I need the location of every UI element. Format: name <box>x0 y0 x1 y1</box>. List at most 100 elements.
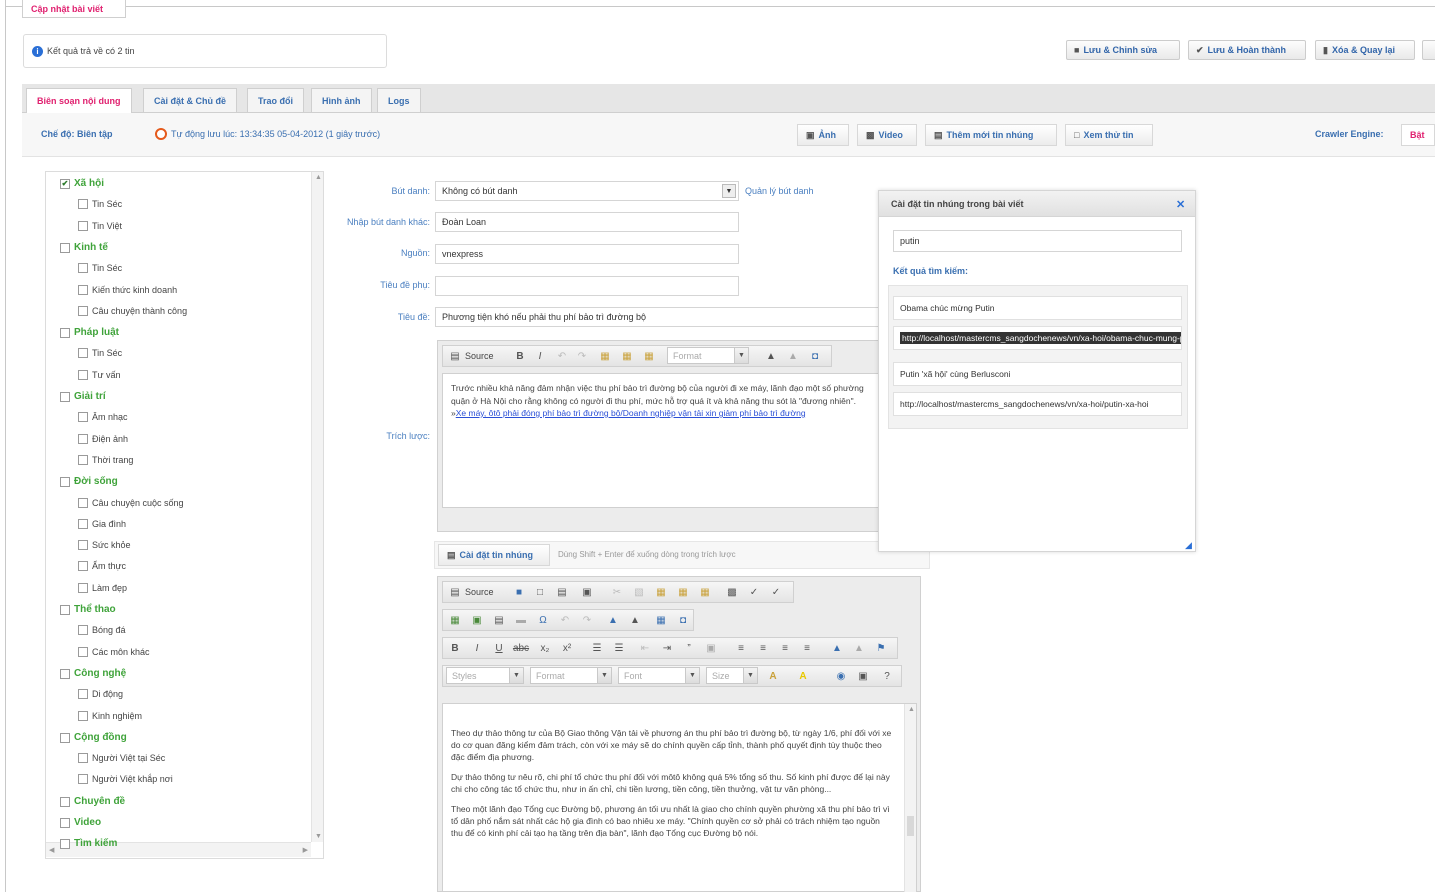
subcategory-item[interactable]: Tin Séc <box>78 199 122 209</box>
content-scroll-thumb[interactable] <box>907 816 914 836</box>
subcategory-item[interactable]: Thời trang <box>78 455 133 465</box>
subcategory-item[interactable]: Tin Séc <box>78 348 122 358</box>
category-checkbox[interactable] <box>78 498 88 508</box>
category-item[interactable]: Kinh tế <box>60 242 108 253</box>
title-input[interactable]: Phương tiện khó nếu phải thu phí bảo trì… <box>435 307 879 327</box>
category-item[interactable]: Video <box>60 817 101 828</box>
subtitle-input[interactable] <box>435 276 739 296</box>
table-icon[interactable]: ▦ <box>448 613 462 627</box>
align-right-icon[interactable]: ≡ <box>778 641 792 655</box>
category-item[interactable]: Tìm kiếm <box>60 838 117 849</box>
eraser-icon[interactable]: ◘ <box>808 349 822 363</box>
category-checkbox[interactable] <box>60 838 70 849</box>
category-checkbox[interactable] <box>78 306 88 316</box>
category-item[interactable]: Giải trí <box>60 391 106 402</box>
subcategory-item[interactable]: Sức khỏe <box>78 540 131 550</box>
subcategory-item[interactable]: Bóng đá <box>78 625 126 635</box>
result-title-1[interactable]: Obama chúc mừng Putin <box>893 296 1182 320</box>
size-select[interactable]: Size ▼ <box>706 667 758 684</box>
copy-icon[interactable]: ▧ <box>632 585 646 599</box>
templates-icon[interactable]: ▣ <box>580 585 594 599</box>
embed-settings-button[interactable]: ▤ Cài đặt tin nhúng <box>438 544 550 566</box>
save-done-button[interactable]: ✔ Lưu & Hoàn thành <box>1188 40 1306 60</box>
category-checkbox[interactable] <box>78 199 88 209</box>
delete-back-button[interactable]: ▮ Xóa & Quay lại <box>1315 40 1415 60</box>
category-checkbox[interactable] <box>78 689 88 699</box>
paste-word-icon[interactable]: ▦ <box>642 349 656 363</box>
category-item[interactable]: Đời sống <box>60 476 118 487</box>
category-item[interactable]: Cộng đồng <box>60 732 127 743</box>
redo2-icon[interactable]: ↷ <box>580 613 594 627</box>
category-checkbox[interactable] <box>78 774 88 784</box>
subcategory-item[interactable]: Kinh nghiệm <box>78 711 142 721</box>
category-checkbox[interactable] <box>78 625 88 635</box>
category-checkbox[interactable] <box>60 476 70 487</box>
close-icon[interactable]: ✕ <box>1176 198 1185 211</box>
summary-link[interactable]: Xe máy, ôtô phải đóng phí bảo trì đường … <box>456 408 806 418</box>
flash-icon[interactable]: ▤ <box>492 613 506 627</box>
spellcheck-icon[interactable]: ✓ <box>747 585 761 599</box>
category-checkbox[interactable] <box>60 817 70 828</box>
category-checkbox[interactable]: ✔ <box>60 178 70 189</box>
tab-logs[interactable]: Logs <box>377 88 421 112</box>
subcategory-item[interactable]: Các môn khác <box>78 647 150 657</box>
find-icon[interactable]: ▲ <box>764 349 778 363</box>
bold2-icon[interactable]: B <box>448 641 462 655</box>
indent-icon[interactable]: ⇥ <box>660 641 674 655</box>
link-icon[interactable]: ▲ <box>830 641 844 655</box>
subcategory-item[interactable]: Câu chuyện thành công <box>78 306 187 316</box>
extra-button[interactable] <box>1422 40 1435 60</box>
justify-icon[interactable]: ≡ <box>800 641 814 655</box>
italic-icon[interactable]: I <box>533 349 547 363</box>
hr-icon[interactable]: ▬ <box>514 613 528 627</box>
outdent-icon[interactable]: ⇤ <box>638 641 652 655</box>
category-checkbox[interactable] <box>78 221 88 231</box>
subcategory-item[interactable]: Gia đình <box>78 519 126 529</box>
replace-icon[interactable]: ▲ <box>786 349 800 363</box>
category-checkbox[interactable] <box>60 668 70 679</box>
maximize-icon[interactable]: ◉ <box>834 669 848 683</box>
styles-select[interactable]: Styles ▼ <box>446 667 524 684</box>
source-input[interactable]: vnexpress <box>435 244 739 264</box>
category-item[interactable]: Chuyên đề <box>60 796 125 807</box>
category-checkbox[interactable] <box>78 412 88 422</box>
spellcheck-menu-icon[interactable]: ✓ <box>769 585 783 599</box>
result-link-2[interactable]: http://localhost/mastercms_sangdochenews… <box>893 392 1182 416</box>
tab-compose[interactable]: Biên soạn nội dung <box>26 88 132 113</box>
undo-icon[interactable]: ↶ <box>555 349 569 363</box>
paste-text2-icon[interactable]: ▦ <box>676 585 690 599</box>
select-all-icon[interactable]: ▦ <box>654 613 668 627</box>
unlink-icon[interactable]: ▲ <box>852 641 866 655</box>
category-checkbox[interactable] <box>78 263 88 273</box>
category-checkbox[interactable] <box>78 519 88 529</box>
subcategory-item[interactable]: Âm nhạc <box>78 412 128 422</box>
undo2-icon[interactable]: ↶ <box>558 613 572 627</box>
embed-search-input[interactable]: putin <box>893 230 1182 252</box>
subscript-icon[interactable]: x₂ <box>538 641 552 655</box>
subcategory-item[interactable]: Làm đẹp <box>78 583 127 593</box>
paste-word2-icon[interactable]: ▦ <box>698 585 712 599</box>
save-edit-button[interactable]: ■ Lưu & Chỉnh sửa <box>1066 40 1180 60</box>
category-checkbox[interactable] <box>78 348 88 358</box>
category-checkbox[interactable] <box>78 434 88 444</box>
subcategory-item[interactable]: Tin Séc <box>78 263 122 273</box>
image-insert-icon[interactable]: ▣ <box>470 613 484 627</box>
category-scrollbar[interactable]: ▲ ▼ <box>311 172 323 842</box>
redo-icon[interactable]: ↷ <box>575 349 589 363</box>
preview-doc-icon[interactable]: ▤ <box>555 585 569 599</box>
underline-icon[interactable]: U <box>492 641 506 655</box>
show-blocks-icon[interactable]: ▣ <box>856 669 870 683</box>
category-checkbox[interactable] <box>78 285 88 295</box>
tab-images[interactable]: Hình ảnh <box>311 88 372 112</box>
category-checkbox[interactable] <box>60 796 70 807</box>
crawler-toggle[interactable]: Bật <box>1401 124 1435 146</box>
paste2-icon[interactable]: ▦ <box>654 585 668 599</box>
blockquote-icon[interactable]: ” <box>682 641 696 655</box>
summary-format-select[interactable]: Format ▼ <box>667 347 749 364</box>
subcategory-item[interactable]: Tin Việt <box>78 221 122 231</box>
subcategory-item[interactable]: Kiến thức kinh doanh <box>78 285 177 295</box>
ordered-list-icon[interactable]: ☰ <box>590 641 604 655</box>
category-checkbox[interactable] <box>78 370 88 380</box>
category-checkbox[interactable] <box>78 561 88 571</box>
result-link-1[interactable]: http://localhost/mastercms_sangdochenews… <box>893 326 1182 350</box>
